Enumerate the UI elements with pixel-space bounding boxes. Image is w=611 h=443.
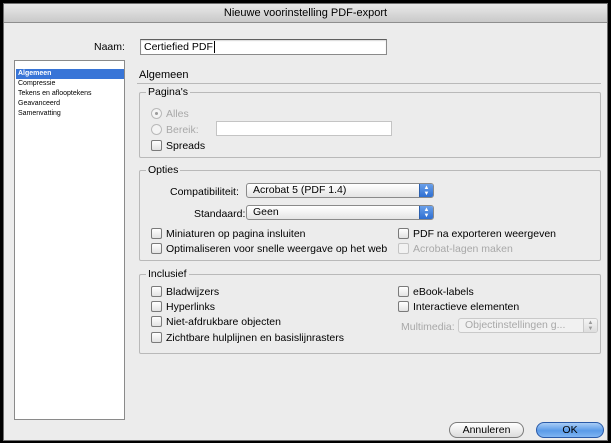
spreads-label: Spreads bbox=[166, 140, 206, 152]
spreads-checkbox[interactable] bbox=[151, 140, 162, 151]
radio-all[interactable] bbox=[151, 108, 162, 119]
non-printing-checkbox[interactable] bbox=[151, 316, 162, 327]
optimize-web-checkbox[interactable] bbox=[151, 243, 162, 254]
text-cursor bbox=[213, 41, 215, 53]
multimedia-select[interactable]: Objectinstellingen g... ▲ ▼ bbox=[458, 318, 598, 333]
updown-arrows-icon: ▲ ▼ bbox=[419, 184, 433, 197]
hyperlinks-label: Hyperlinks bbox=[166, 301, 216, 313]
multimedia-label: Multimedia: bbox=[401, 321, 455, 333]
compatibility-value: Acrobat 5 (PDF 1.4) bbox=[253, 184, 347, 196]
standard-label: Standaard: bbox=[194, 208, 246, 220]
title-bar[interactable]: Nieuwe voorinstelling PDF-export bbox=[4, 4, 607, 23]
cancel-button[interactable]: Annuleren bbox=[449, 422, 524, 438]
category-list: Algemeen Compressie Tekens en afloopteke… bbox=[14, 60, 125, 420]
view-after-export-checkbox[interactable] bbox=[398, 228, 409, 239]
sidebar-item-samenvatting[interactable]: Samenvatting bbox=[16, 109, 124, 119]
options-group-label: Opties bbox=[146, 164, 181, 176]
compatibility-label: Compatibiliteit: bbox=[170, 186, 239, 198]
range-input[interactable] bbox=[216, 121, 392, 136]
acrobat-layers-label: Acrobat-lagen maken bbox=[413, 243, 513, 255]
pages-group-label: Pagina's bbox=[146, 86, 190, 98]
thumbnails-label: Miniaturen op pagina insluiten bbox=[166, 228, 306, 240]
standard-value: Geen bbox=[253, 206, 279, 218]
optimize-web-label: Optimaliseren voor snelle weergave op he… bbox=[166, 243, 388, 255]
view-after-export-label: PDF na exporteren weergeven bbox=[413, 228, 556, 240]
hyperlinks-checkbox[interactable] bbox=[151, 301, 162, 312]
updown-arrows-icon: ▲ ▼ bbox=[583, 319, 597, 332]
multimedia-value: Objectinstellingen g... bbox=[465, 319, 566, 331]
name-label: Naam: bbox=[94, 41, 125, 53]
interactive-elements-label: Interactieve elementen bbox=[413, 301, 520, 313]
radio-range-label: Bereik: bbox=[166, 124, 199, 136]
radio-dot bbox=[155, 112, 158, 115]
acrobat-layers-checkbox[interactable] bbox=[398, 243, 409, 254]
bookmarks-label: Bladwijzers bbox=[166, 286, 220, 298]
include-group-label: Inclusief bbox=[146, 268, 189, 280]
sidebar-item-algemeen[interactable]: Algemeen bbox=[16, 69, 124, 79]
ok-button[interactable]: OK bbox=[536, 422, 604, 438]
thumbnails-checkbox[interactable] bbox=[151, 228, 162, 239]
section-divider bbox=[137, 83, 601, 84]
name-input-value: Certiefied PDF bbox=[144, 41, 213, 53]
radio-all-label: Alles bbox=[166, 108, 189, 120]
window-title: Nieuwe voorinstelling PDF-export bbox=[223, 7, 388, 19]
non-printing-label: Niet-afdrukbare objecten bbox=[166, 316, 281, 328]
guides-checkbox[interactable] bbox=[151, 332, 162, 343]
name-input[interactable]: Certiefied PDF bbox=[140, 39, 387, 55]
section-title: Algemeen bbox=[139, 69, 189, 81]
sidebar-item-tekens[interactable]: Tekens en aflooptekens bbox=[16, 89, 124, 99]
sidebar-item-geavanceerd[interactable]: Geavanceerd bbox=[16, 99, 124, 109]
interactive-elements-checkbox[interactable] bbox=[398, 301, 409, 312]
updown-arrows-icon: ▲ ▼ bbox=[419, 206, 433, 219]
ebook-tags-label: eBook-labels bbox=[413, 286, 474, 298]
bookmarks-checkbox[interactable] bbox=[151, 286, 162, 297]
compatibility-select[interactable]: Acrobat 5 (PDF 1.4) ▲ ▼ bbox=[246, 183, 434, 198]
ebook-tags-checkbox[interactable] bbox=[398, 286, 409, 297]
standard-select[interactable]: Geen ▲ ▼ bbox=[246, 205, 434, 220]
radio-range[interactable] bbox=[151, 124, 162, 135]
dialog-window: Nieuwe voorinstelling PDF-export Naam: C… bbox=[3, 3, 608, 441]
guides-label: Zichtbare hulplijnen en basislijnrasters bbox=[166, 332, 345, 344]
sidebar-item-compressie[interactable]: Compressie bbox=[16, 79, 124, 89]
